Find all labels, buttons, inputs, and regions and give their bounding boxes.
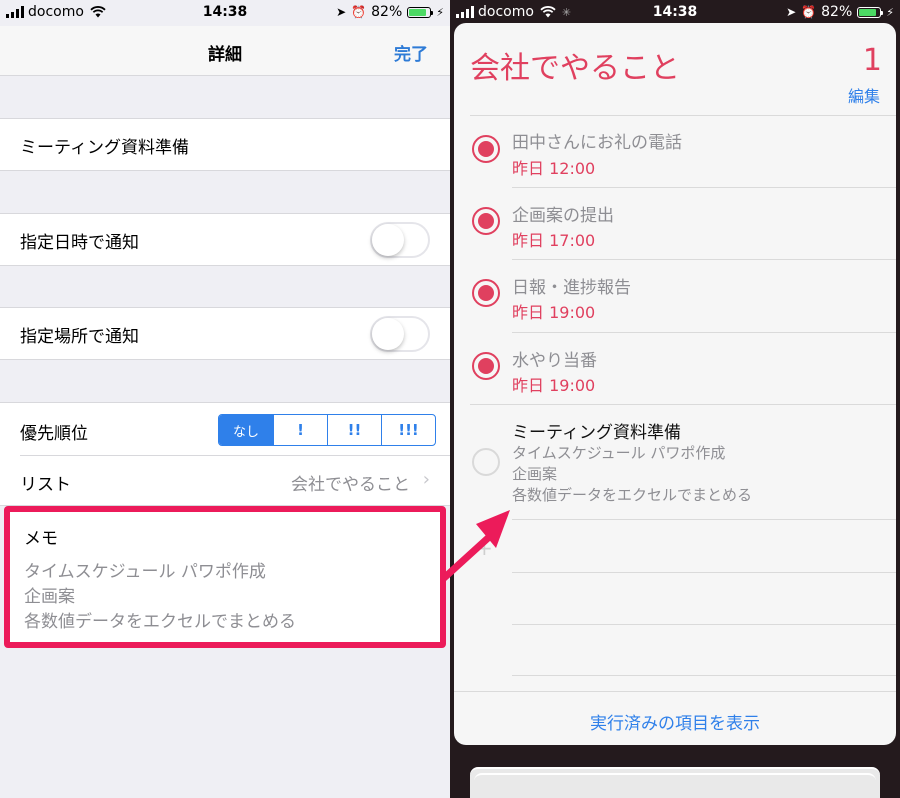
item-title: 日報・進捗報告	[512, 278, 631, 298]
note-line: タイムスケジュール パワポ作成	[512, 444, 726, 462]
show-completed-button[interactable]: 実行済みの項目を表示	[454, 709, 896, 734]
carrier-label: docomo	[28, 4, 84, 20]
priority-list-group: 優先順位 なし ! !! !!! リスト 会社でやること ›	[0, 402, 450, 506]
list-title: 会社でやること	[470, 51, 680, 86]
notify-place-label: 指定場所で通知	[20, 327, 139, 347]
list-item[interactable]: 水やり当番 昨日 19:00	[454, 332, 896, 404]
priority-label: 優先順位	[20, 424, 88, 444]
location-arrow-icon: ➤	[336, 5, 347, 19]
status-time: 14:38	[202, 4, 248, 20]
charging-icon: ⚡	[436, 5, 444, 19]
status-bar: docomo 14:38 ➤ ⏰ 82% ⚡	[0, 0, 450, 26]
priority-option-high[interactable]: !!!	[381, 415, 435, 445]
memo-line: タイムスケジュール パワポ作成	[24, 562, 266, 582]
list-row[interactable]: リスト 会社でやること ›	[0, 456, 450, 506]
incomplete-checkbox[interactable]	[472, 448, 500, 476]
list-item[interactable]: 田中さんにお礼の電話 昨日 12:00	[454, 115, 896, 187]
battery-percent: 82%	[371, 4, 403, 20]
list-value: 会社でやること	[291, 475, 410, 495]
completed-checkbox[interactable]	[472, 279, 500, 307]
chevron-right-icon: ›	[422, 469, 430, 490]
item-title: 企画案の提出	[512, 206, 614, 226]
signal-icon	[6, 6, 24, 18]
reminders-list-screen: docomo ✳ 14:38 ➤ ⏰ 82% ⚡ 会社でやること 1 編集 田中…	[450, 0, 900, 798]
notify-time-row: 指定日時で通知	[0, 213, 450, 266]
notify-time-label: 指定日時で通知	[20, 233, 139, 253]
completed-checkbox[interactable]	[472, 207, 500, 235]
list-item[interactable]: ミーティング資料準備 タイムスケジュール パワポ作成 企画案 各数値データをエク…	[454, 404, 896, 519]
completed-checkbox[interactable]	[472, 352, 500, 380]
charging-icon: ⚡	[886, 5, 894, 19]
done-button[interactable]: 完了	[394, 40, 428, 65]
memo-label: メモ	[24, 529, 58, 549]
reminder-list-card: 会社でやること 1 編集 田中さんにお礼の電話 昨日 12:00 企画案の提出 …	[454, 23, 896, 745]
priority-option-none[interactable]: なし	[219, 415, 273, 445]
priority-option-medium[interactable]: !!	[327, 415, 381, 445]
item-notes: タイムスケジュール パワポ作成 企画案 各数値データをエクセルでまとめる	[512, 443, 752, 506]
notify-place-toggle[interactable]	[370, 316, 430, 352]
priority-option-low[interactable]: !	[273, 415, 327, 445]
wifi-icon	[540, 6, 556, 18]
signal-icon	[456, 6, 474, 18]
battery-percent: 82%	[821, 4, 853, 20]
add-item-icon[interactable]: +	[476, 536, 493, 560]
list-label: リスト	[20, 475, 71, 495]
item-title: ミーティング資料準備	[512, 423, 681, 443]
item-count: 1	[862, 43, 882, 78]
list-item[interactable]: 企画案の提出 昨日 17:00	[454, 187, 896, 259]
item-due: 昨日 19:00	[512, 303, 596, 322]
navigation-bar: 詳細 完了	[0, 26, 450, 76]
alarm-icon: ⏰	[351, 5, 367, 19]
edit-button[interactable]: 編集	[848, 83, 880, 107]
battery-icon	[857, 6, 884, 18]
item-due: 昨日 19:00	[512, 376, 596, 395]
list-item[interactable]: 日報・進捗報告 昨日 19:00	[454, 259, 896, 332]
memo-field[interactable]: メモ タイムスケジュール パワポ作成 企画案 各数値データをエクセルでまとめる	[4, 506, 446, 648]
memo-line: 各数値データをエクセルでまとめる	[24, 612, 296, 632]
note-line: 企画案	[512, 465, 558, 483]
activity-spinner-icon: ✳	[561, 5, 572, 19]
detail-screen: docomo 14:38 ➤ ⏰ 82% ⚡ 詳細 完了 ミーティング資料準備 …	[0, 0, 450, 798]
status-time: 14:38	[652, 4, 698, 20]
task-title-field[interactable]: ミーティング資料準備	[0, 118, 450, 171]
notify-time-toggle[interactable]	[370, 222, 430, 258]
battery-icon	[407, 6, 434, 18]
item-due: 昨日 17:00	[512, 231, 596, 250]
carrier-label: docomo	[478, 4, 534, 20]
item-title: 田中さんにお礼の電話	[512, 133, 682, 153]
priority-segmented-control: なし ! !! !!!	[218, 414, 436, 446]
note-line: 各数値データをエクセルでまとめる	[512, 486, 753, 504]
wifi-icon	[90, 6, 106, 18]
task-title-text: ミーティング資料準備	[20, 138, 189, 158]
stacked-lists-peek-2[interactable]	[474, 773, 876, 798]
item-due: 昨日 12:00	[512, 159, 596, 178]
notify-place-row: 指定場所で通知	[0, 307, 450, 360]
location-arrow-icon: ➤	[786, 5, 797, 19]
memo-line: 企画案	[24, 587, 75, 607]
alarm-icon: ⏰	[801, 5, 817, 19]
item-title: 水やり当番	[512, 351, 597, 371]
completed-checkbox[interactable]	[472, 135, 500, 163]
page-title: 詳細	[208, 45, 242, 65]
memo-text: タイムスケジュール パワポ作成 企画案 各数値データをエクセルでまとめる	[24, 560, 296, 635]
